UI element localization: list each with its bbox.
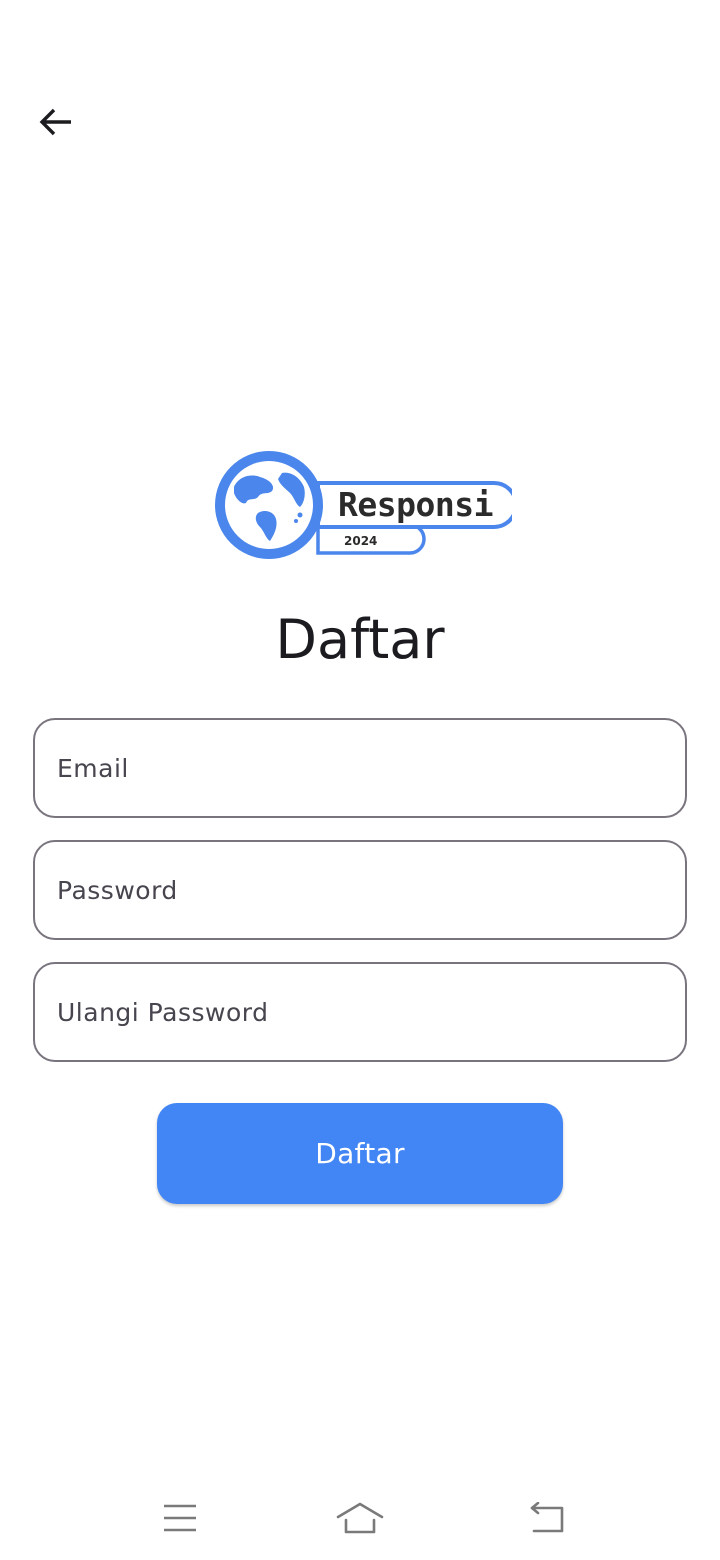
recent-apps-button[interactable]	[148, 1494, 212, 1542]
email-field[interactable]	[33, 718, 687, 818]
system-navigation-bar	[0, 1480, 720, 1560]
app-logo: Responsi 2024	[208, 447, 518, 567]
system-back-button[interactable]	[516, 1494, 580, 1542]
repeat-password-field[interactable]	[33, 962, 687, 1062]
logo-year-text: 2024	[344, 534, 377, 548]
arrow-left-icon	[39, 108, 71, 136]
logo-brand-text: Responsi	[338, 485, 493, 524]
register-button-label: Daftar	[315, 1137, 405, 1170]
repeat-password-input[interactable]	[35, 964, 685, 1060]
home-icon	[336, 1502, 384, 1534]
back-button[interactable]	[24, 90, 88, 154]
menu-icon	[164, 1504, 196, 1532]
email-input[interactable]	[35, 720, 685, 816]
page-title: Daftar	[275, 608, 445, 671]
password-field[interactable]	[33, 840, 687, 940]
password-input[interactable]	[35, 842, 685, 938]
home-button[interactable]	[328, 1494, 392, 1542]
register-button[interactable]: Daftar	[157, 1103, 563, 1204]
back-icon	[530, 1502, 564, 1533]
